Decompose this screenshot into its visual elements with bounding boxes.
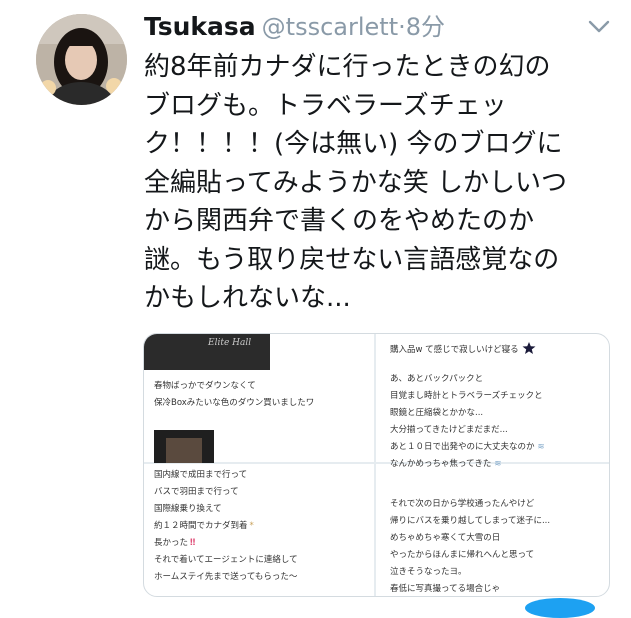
media-image-3[interactable]: 国内線で成田まで行って バスで羽田まで行って 国際線乗り換えて 約１２時間でカナ… <box>144 464 374 596</box>
author-handle[interactable]: @tsscarlett <box>262 13 398 41</box>
media-text-line: それで着いてエージェントに連絡して <box>154 555 298 565</box>
media-text-line: めちゃめちゃ寒くて大雪の日 <box>390 533 501 543</box>
media-text-line: 約１２時間でカナダ到着 <box>154 521 248 531</box>
media-image-4[interactable]: それで次の日から学校通ったんやけど 帰りにバスを乗り越してしまって迷子に... … <box>376 464 609 596</box>
media-image-1[interactable]: Elite Hall 春物ばっかでダウンなくて 保冷Boxみたいな色のダウン買い… <box>144 334 374 463</box>
media-text-line: 購入品w て感じで寂しいけど寝る <box>390 345 519 355</box>
tweet-text-line: から関西弁で書くのをやめたのか <box>144 206 535 236</box>
tweet-text-line: ク！！！！(今は無い) 今のブログに <box>144 129 563 159</box>
tweet-header: Tsukasa @tsscarlett·8分 <box>144 10 445 47</box>
media-text-line: 帰りにバスを乗り越してしまって迷子に... <box>390 516 551 526</box>
media-text-line: 国際線乗り換えて <box>154 504 222 514</box>
tweet-text-line: 謎。もう取り戻せない言語感覚なの <box>144 244 560 275</box>
media-text-line: 保冷Boxみたいな色のダウン買いましたワ <box>154 398 315 408</box>
media-text: 購入品w て感じで寂しいけど寝る あ、あとバックパックと 目覚まし時計とトラベラ… <box>390 342 545 473</box>
media-text-line: それで次の日から学校通ったんやけど <box>390 499 535 509</box>
media-grid[interactable]: Elite Hall 春物ばっかでダウンなくて 保冷Boxみたいな色のダウン買い… <box>143 333 610 597</box>
media-image-2[interactable]: 購入品w て感じで寂しいけど寝る あ、あとバックパックと 目覚まし時計とトラベラ… <box>376 334 609 469</box>
tweet-text-line: ブログも。トラベラーズチェッ <box>144 90 507 121</box>
star-icon <box>522 342 536 361</box>
photo-dark-sign: Elite Hall <box>144 334 270 370</box>
tweet-text: 約8年前カナダに行ったときの幻の ブログも。トラベラーズチェッ ク！！！！(今は… <box>144 48 614 318</box>
tweet-time[interactable]: 8分 <box>406 13 445 41</box>
exclamation-icon: ‼ <box>190 538 196 548</box>
media-text-line: 目覚まし時計とトラベラーズチェックと <box>390 391 543 401</box>
media-text-line: ホームステイ先まで送ってもらった〜 <box>154 572 298 582</box>
media-text-line: バスで羽田まで行って <box>154 487 239 497</box>
sparkle-icon: * <box>249 521 254 531</box>
tweet-text-line: 約8年前カナダに行ったときの幻の <box>144 52 551 82</box>
media-text-line: やったからほんまに帰れへんと思って <box>390 550 535 560</box>
media-text: それで次の日から学校通ったんやけど 帰りにバスを乗り越してしまって迷子に... … <box>390 496 551 596</box>
media-text-line: あと１０日で出発やのに大丈夫なのか <box>390 442 535 452</box>
tweet-text-line: 全編貼ってみようかな笑 しかしいつ <box>144 167 567 198</box>
media-text-line: 泣きそうなったヨ。 <box>390 567 467 577</box>
media-text: 国内線で成田まで行って バスで羽田まで行って 国際線乗り換えて 約１２時間でカナ… <box>154 467 298 586</box>
separator-dot: · <box>398 13 406 41</box>
author-name[interactable]: Tsukasa <box>144 12 256 41</box>
avatar-image <box>36 14 127 105</box>
media-text-line: 春低に写真撮ってる場合じゃ <box>390 584 501 594</box>
avatar[interactable] <box>36 14 127 105</box>
photo-dark-jacket <box>154 430 214 463</box>
sweat-icon: ≋ <box>537 442 545 452</box>
compose-button[interactable] <box>525 598 595 618</box>
photo-logo: Elite Hall <box>208 338 252 348</box>
media-text-line: 大分揃ってきたけどまだまだ... <box>390 425 508 435</box>
media-text: 春物ばっかでダウンなくて 保冷Boxみたいな色のダウン買いましたワ <box>154 378 314 412</box>
media-text-line: 長かった <box>154 538 189 548</box>
tweet-text-line: かもしれないな... <box>144 283 351 313</box>
chevron-down-icon[interactable] <box>585 16 613 36</box>
media-text-line: あ、あとバックパックと <box>390 374 484 384</box>
media-text-line: 春物ばっかでダウンなくて <box>154 381 256 391</box>
media-text-line: 眼鏡と圧縮袋とかかな... <box>390 408 484 418</box>
media-text-line: 国内線で成田まで行って <box>154 470 248 480</box>
